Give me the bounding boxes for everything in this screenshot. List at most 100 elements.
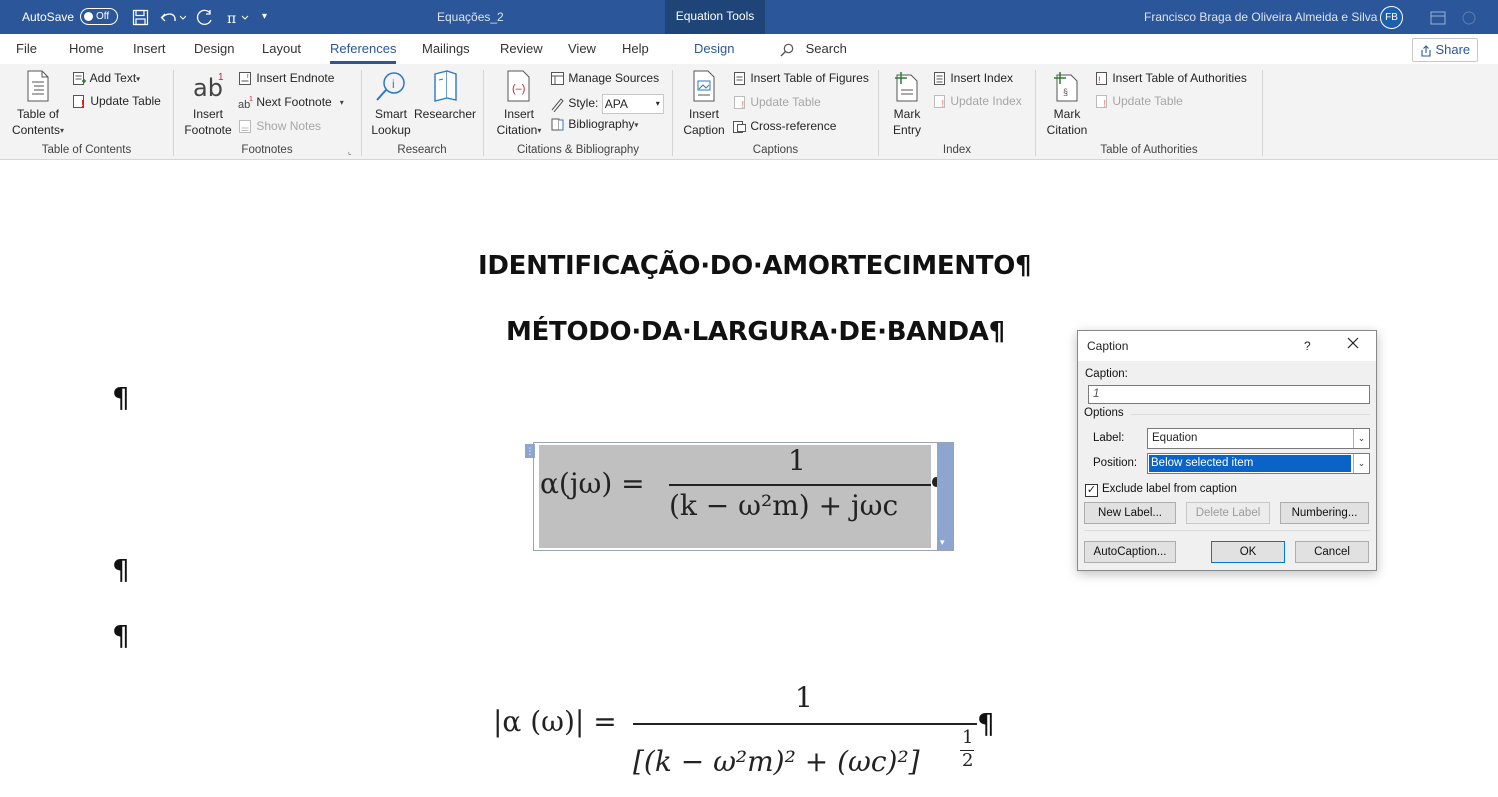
smart-lookup-button[interactable]: i Smart Lookup xyxy=(366,70,416,138)
tab-view[interactable]: View xyxy=(568,41,596,56)
tab-insert[interactable]: Insert xyxy=(133,41,166,56)
mark-citation-icon: § xyxy=(1054,72,1078,102)
group-citations-bibliography: Citations & Bibliography xyxy=(516,144,640,156)
equation-1-numerator: 1 xyxy=(788,444,806,477)
tab-design[interactable]: Design xyxy=(194,41,234,56)
position-field-label: Position: xyxy=(1093,457,1138,469)
group-captions: Captions xyxy=(752,144,799,156)
update-table-icon: ! xyxy=(734,96,745,110)
save-icon[interactable] xyxy=(132,0,149,34)
equation-qat-icon[interactable]: π xyxy=(225,0,251,34)
customize-qat-icon[interactable]: ▾ xyxy=(262,0,267,34)
next-footnote-label: Next Footnote xyxy=(256,95,332,109)
ribbon-tabs: File Home Insert Design Layout Reference… xyxy=(0,34,1498,64)
search-box[interactable]: Search xyxy=(780,41,847,57)
exclude-label-checkbox[interactable]: ✓ xyxy=(1085,484,1098,497)
cancel-button[interactable]: Cancel xyxy=(1295,541,1369,563)
add-text-button[interactable]: Add Text▾ xyxy=(72,71,140,86)
ribbon-display-icon[interactable] xyxy=(1430,0,1446,34)
equation-handle-icon[interactable]: ⋮ xyxy=(525,444,535,458)
mark-entry-button[interactable]: Mark Entry xyxy=(884,70,930,138)
share-button[interactable]: Share xyxy=(1412,38,1478,62)
tab-review[interactable]: Review xyxy=(500,41,543,56)
update-tof-button[interactable]: ! Update Table xyxy=(732,95,821,110)
update-toc-button[interactable]: ! Update Table xyxy=(72,94,161,109)
insert-table-of-figures-button[interactable]: Insert Table of Figures xyxy=(732,71,869,86)
equation-1-denominator: (k − ω²m) + jωc xyxy=(669,489,899,522)
chevron-down-icon[interactable]: ⌄ xyxy=(1353,429,1369,448)
exclude-label-text[interactable]: Exclude label from caption xyxy=(1102,483,1237,495)
update-toa-button[interactable]: ! Update Table xyxy=(1094,94,1183,109)
redo-icon[interactable] xyxy=(195,0,213,34)
numbering-button[interactable]: Numbering... xyxy=(1280,502,1369,524)
style-value: APA xyxy=(604,97,628,111)
footnotes-dialog-launcher-icon[interactable]: ⌞ xyxy=(348,147,352,156)
caption-dialog: Caption ? Caption: 1 Options Label: Equa… xyxy=(1077,330,1377,571)
tab-equation-design[interactable]: Design xyxy=(694,41,734,56)
equation-1-fraction-bar xyxy=(669,484,931,486)
manage-sources-label: Manage Sources xyxy=(568,71,660,85)
close-icon[interactable] xyxy=(1346,336,1360,353)
group-research: Research xyxy=(397,144,447,156)
insert-toa-button[interactable]: ! Insert Table of Authorities xyxy=(1094,71,1247,86)
tab-home[interactable]: Home xyxy=(69,41,104,56)
bibliography-button[interactable]: Bibliography▾ xyxy=(550,117,638,132)
svg-text:!: ! xyxy=(1098,75,1101,85)
cross-reference-button[interactable]: Cross-reference xyxy=(732,119,836,134)
tab-references[interactable]: References xyxy=(330,41,397,64)
user-name[interactable]: Francisco Braga de Oliveira Almeida e Si… xyxy=(1144,0,1377,34)
ok-button[interactable]: OK xyxy=(1211,541,1285,563)
svg-text:i: i xyxy=(392,77,395,91)
tab-file[interactable]: File xyxy=(16,41,37,56)
avatar[interactable]: FB xyxy=(1380,6,1403,29)
equation-1-container[interactable]: ⋮ α(jω) = 1 (k − ω²m) + jωc ▾ xyxy=(525,442,954,551)
style-label: Style: xyxy=(568,96,599,111)
equation-1-options-bar[interactable]: ▾ xyxy=(937,443,953,550)
show-notes-button[interactable]: Show Notes xyxy=(238,119,321,134)
paragraph-mark: ¶ xyxy=(977,707,995,740)
insert-citation-button[interactable]: (–) Insert Citation▾ xyxy=(490,70,548,139)
help-icon[interactable]: ? xyxy=(1304,339,1311,353)
tab-mailings[interactable]: Mailings xyxy=(422,41,470,56)
table-of-contents-button[interactable]: Table of Contents▾ xyxy=(8,70,68,139)
share-label: Share xyxy=(1435,42,1471,57)
mark-entry-icon xyxy=(895,72,918,102)
update-index-label: Update Index xyxy=(950,94,1022,108)
options-divider xyxy=(1130,414,1370,415)
autosave-toggle[interactable]: Off xyxy=(80,8,118,25)
position-select-value: Below selected item xyxy=(1148,454,1352,473)
search-icon xyxy=(780,43,794,57)
next-footnote-button[interactable]: ab 1 Next Footnote ▾ xyxy=(238,95,344,110)
insert-endnote-button[interactable]: i Insert Endnote xyxy=(238,71,334,86)
insert-caption-button[interactable]: Insert Caption xyxy=(680,70,728,138)
insert-footnote-button[interactable]: ab 1 Insert Footnote xyxy=(180,70,236,138)
add-text-label: Add Text xyxy=(89,71,137,85)
new-label-button[interactable]: New Label... xyxy=(1084,502,1176,524)
chevron-down-icon[interactable]: ⌄ xyxy=(1353,454,1369,473)
insert-caption-label-1: Insert xyxy=(688,107,719,121)
style-picker: Style: APA ▾ xyxy=(550,94,664,114)
delete-label-button[interactable]: Delete Label xyxy=(1186,502,1270,524)
style-select[interactable]: APA ▾ xyxy=(601,94,664,114)
tab-help[interactable]: Help xyxy=(622,41,649,56)
svg-text:1: 1 xyxy=(249,96,253,103)
mark-citation-button[interactable]: § Mark Citation xyxy=(1040,70,1094,138)
minimize-icon[interactable] xyxy=(1462,0,1476,34)
smart-lookup-icon: i xyxy=(376,72,405,101)
autocaption-button[interactable]: AutoCaption... xyxy=(1084,541,1176,563)
caption-text-field[interactable]: 1 xyxy=(1088,385,1370,404)
insert-index-button[interactable]: Insert Index xyxy=(932,71,1013,86)
manage-sources-button[interactable]: Manage Sources xyxy=(550,71,659,86)
update-index-button[interactable]: ! Update Index xyxy=(932,94,1022,109)
position-select[interactable]: Below selected item ⌄ xyxy=(1147,453,1370,474)
word-window: AutoSave Off π ▾ Equações_2 Equation Too… xyxy=(0,0,1498,797)
mark-entry-label-1: Mark xyxy=(893,107,921,121)
svg-text:!: ! xyxy=(1103,99,1106,109)
update-table-icon: ! xyxy=(1096,95,1107,109)
insert-footnote-label-1: Insert xyxy=(192,107,223,121)
table-of-figures-icon xyxy=(734,72,745,86)
tab-layout[interactable]: Layout xyxy=(262,41,301,56)
undo-icon[interactable] xyxy=(160,0,186,34)
label-select[interactable]: Equation ⌄ xyxy=(1147,428,1370,449)
researcher-button[interactable]: Researcher xyxy=(414,70,476,122)
